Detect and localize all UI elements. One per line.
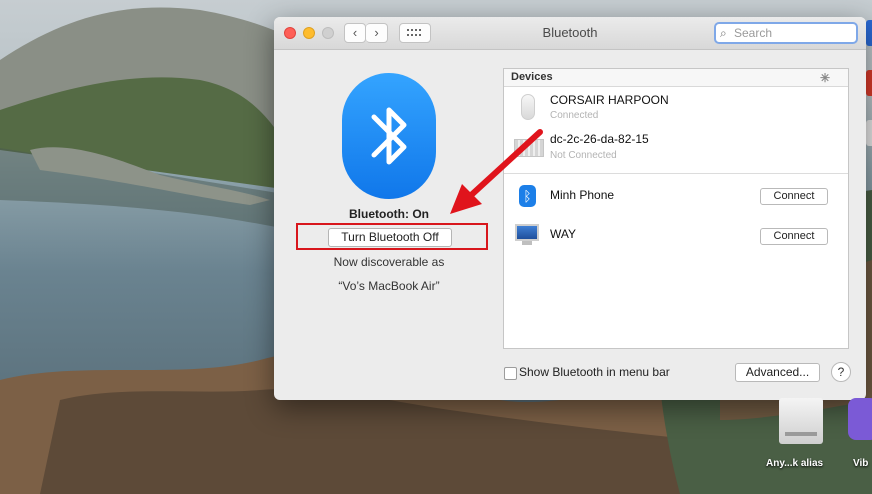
edge-app-icon[interactable] xyxy=(866,70,872,96)
device-row[interactable]: WAY Connect xyxy=(504,219,848,253)
show-in-menu-bar-label[interactable]: Show Bluetooth in menu bar xyxy=(519,365,670,379)
search-field[interactable]: ⌕ Search xyxy=(714,22,858,44)
devices-list: Devices ✳ CORSAIR HARPOON Connected dc-2… xyxy=(503,68,849,349)
device-name: dc-2c-26-da-82-15 xyxy=(550,132,649,146)
mouse-icon xyxy=(521,94,535,120)
desktop-item-label[interactable]: Vib xyxy=(853,458,868,469)
bluetooth-status: Bluetooth: On xyxy=(349,207,429,221)
spinner-icon: ✳ xyxy=(819,71,830,85)
bluetooth-preferences-window: ‹ › Bluetooth ⌕ Search Bluetooth: On Tur… xyxy=(274,17,866,400)
drive-slot xyxy=(785,432,817,436)
device-name: CORSAIR HARPOON xyxy=(550,93,669,107)
device-status: Not Connected xyxy=(550,150,617,161)
keyboard-icon xyxy=(514,139,544,157)
device-row[interactable]: CORSAIR HARPOON Connected xyxy=(504,87,848,125)
device-row[interactable]: ᛒ Minh Phone Connect xyxy=(504,179,848,213)
viber-app-icon[interactable] xyxy=(848,398,872,440)
edge-app-icon[interactable] xyxy=(866,20,872,46)
search-icon: ⌕ xyxy=(720,26,727,40)
discoverable-text: Now discoverable as xyxy=(333,255,445,269)
advanced-button[interactable]: Advanced... xyxy=(735,363,820,382)
computer-name: “Vo’s MacBook Air” xyxy=(338,279,440,293)
search-placeholder: Search xyxy=(734,26,773,40)
devices-header: Devices ✳ xyxy=(504,69,848,87)
edge-app-icon[interactable] xyxy=(866,120,872,146)
title-bar: ‹ › Bluetooth ⌕ Search xyxy=(274,17,866,50)
device-name: WAY xyxy=(550,227,576,241)
connect-button[interactable]: Connect xyxy=(760,228,828,245)
connect-button[interactable]: Connect xyxy=(760,188,828,205)
monitor-icon xyxy=(515,224,539,241)
device-status: Connected xyxy=(550,110,599,121)
monitor-stand xyxy=(522,241,532,245)
device-row[interactable]: dc-2c-26-da-82-15 Not Connected xyxy=(504,127,848,165)
bluetooth-phone-icon: ᛒ xyxy=(519,185,536,207)
drive-alias-icon[interactable] xyxy=(779,398,823,444)
devices-header-label: Devices xyxy=(511,71,553,83)
show-in-menu-bar-checkbox[interactable] xyxy=(504,367,517,380)
bluetooth-logo-icon xyxy=(342,73,436,199)
device-name: Minh Phone xyxy=(550,188,615,202)
divider xyxy=(504,173,848,174)
annotation-highlight-box xyxy=(296,223,488,250)
help-button[interactable]: ? xyxy=(831,362,851,382)
desktop-item-label[interactable]: Any...k alias xyxy=(766,458,823,469)
